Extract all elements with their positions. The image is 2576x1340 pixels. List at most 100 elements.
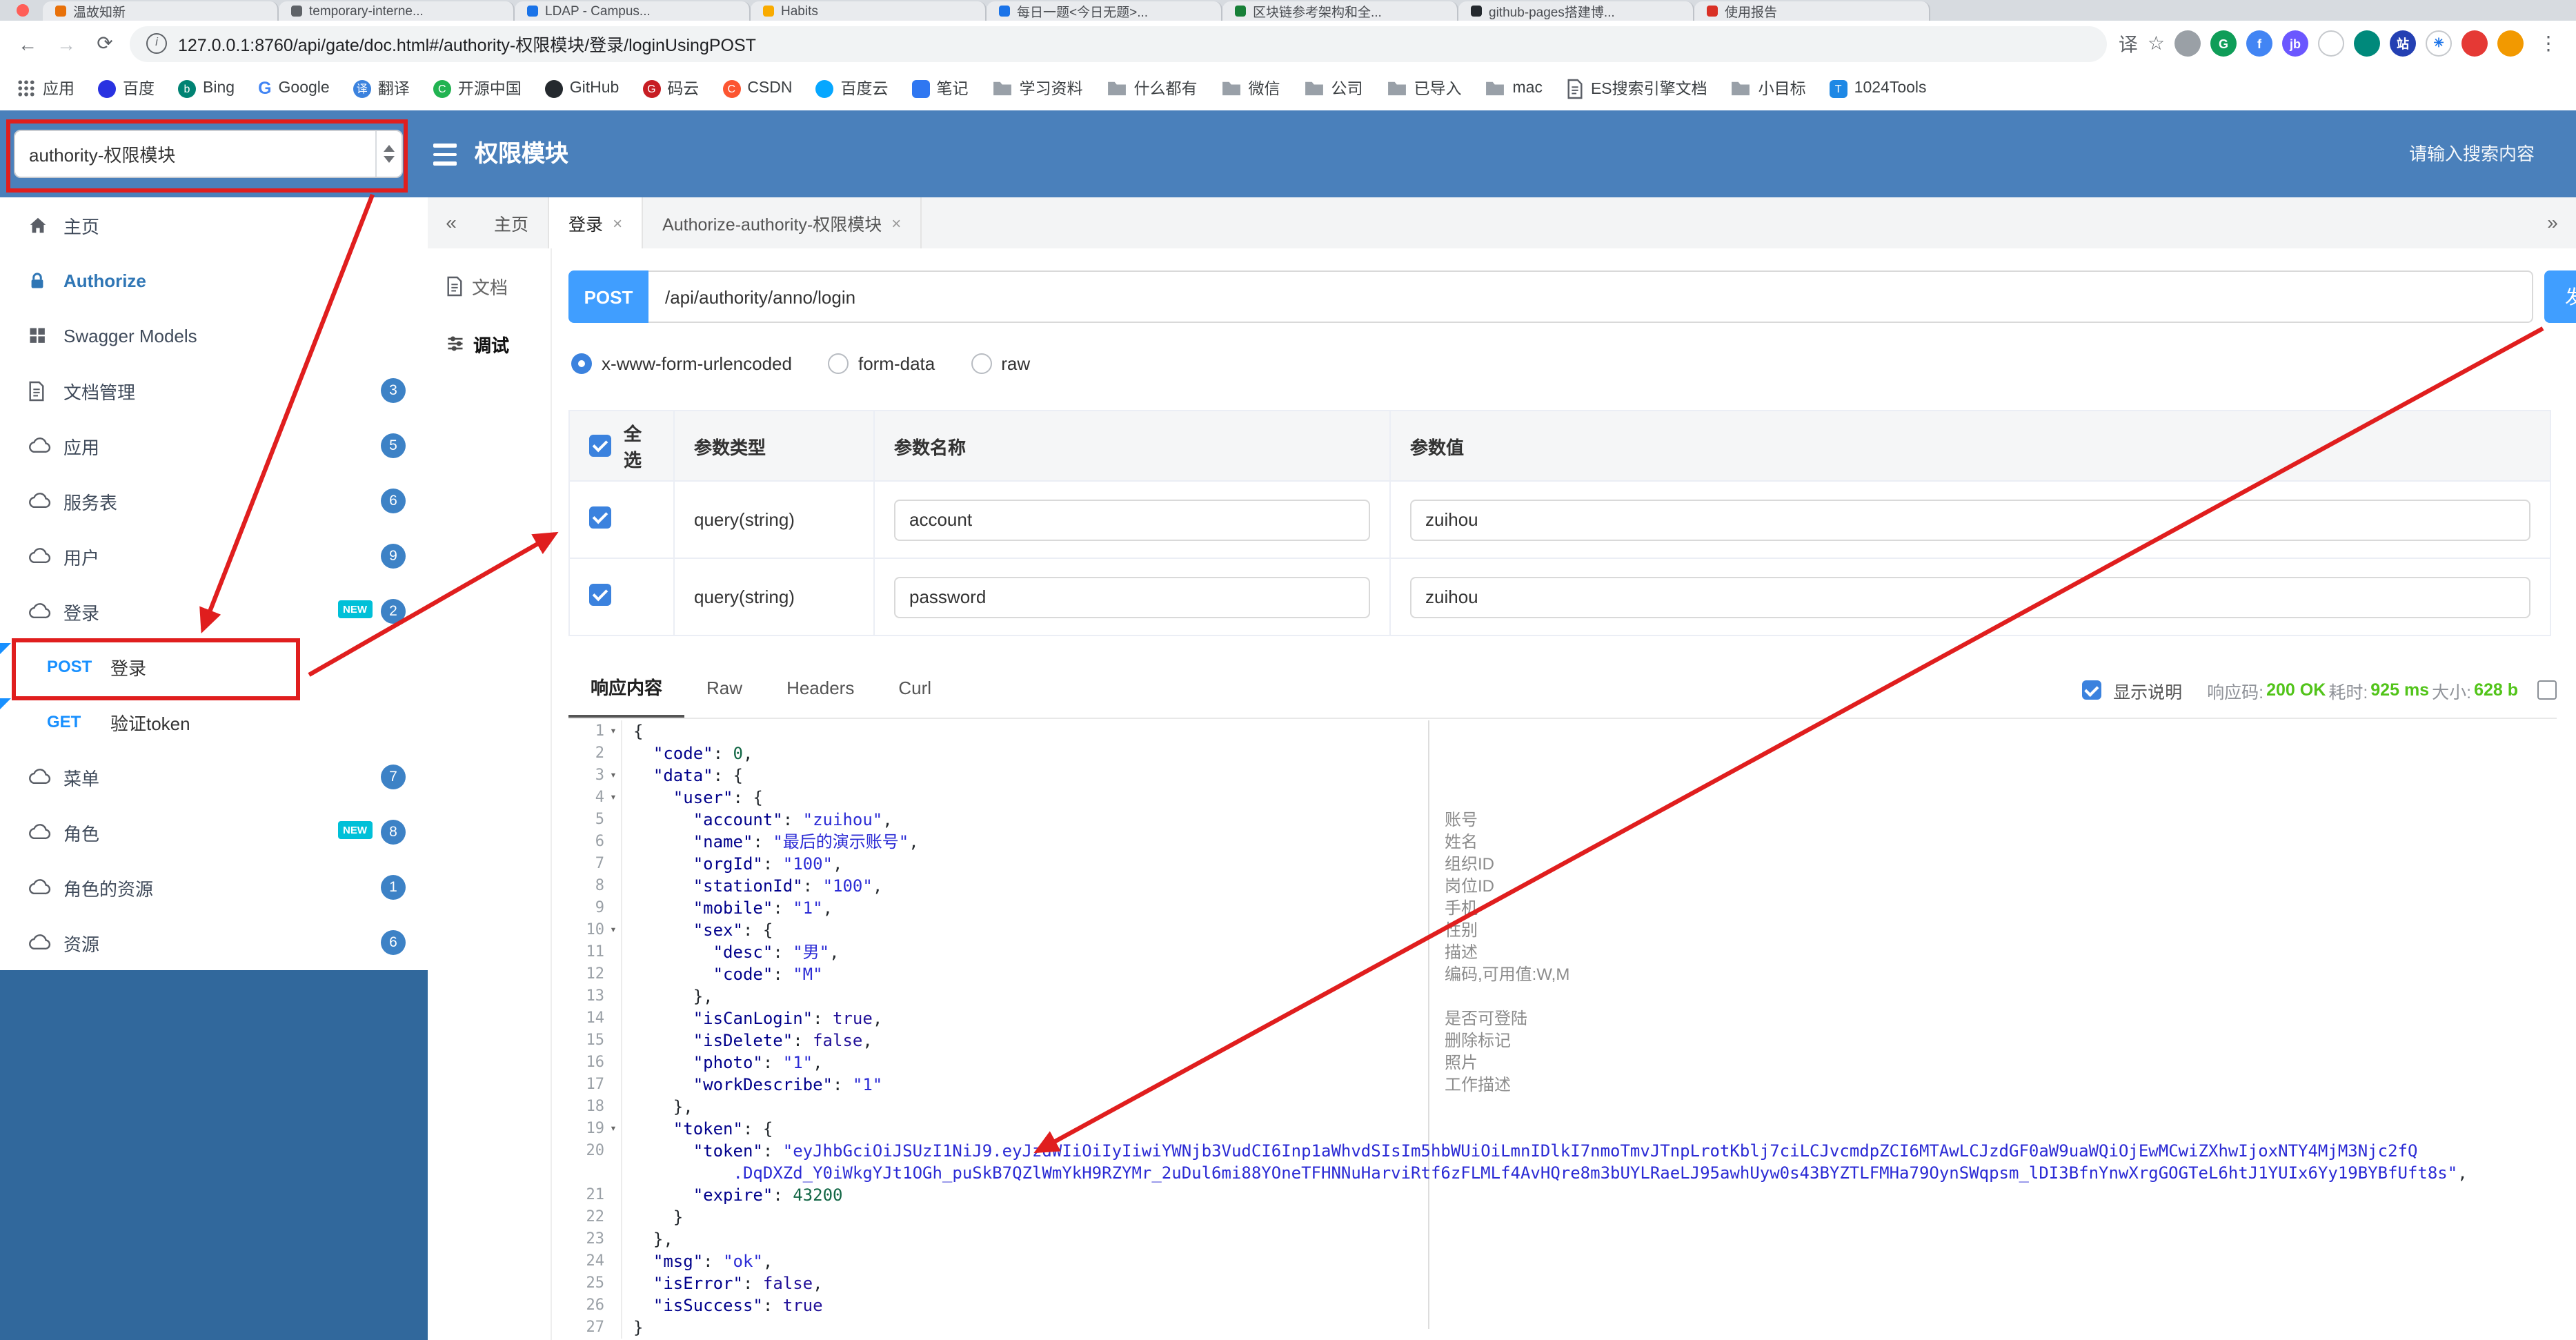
bookmark-item[interactable]: 微信 (1221, 77, 1280, 99)
bookmark-item[interactable]: GitHub (544, 79, 619, 97)
show-desc-checkbox[interactable] (2081, 680, 2101, 700)
fold-icon[interactable]: ▾ (606, 787, 621, 809)
content-tab[interactable]: Authorize-authority-权限模块 × (643, 197, 922, 248)
fullscreen-icon[interactable] (2537, 680, 2557, 700)
sidebar-item-doc-manage[interactable]: 文档管理 3 (0, 363, 428, 418)
bookmark-item[interactable]: C 开源中国 (433, 77, 522, 99)
bookmark-item[interactable]: C CSDN (722, 79, 793, 97)
fold-icon[interactable]: ▾ (606, 765, 621, 787)
sidebar-item-resource[interactable]: 资源 6 (0, 915, 428, 970)
header-search-input[interactable]: 请输入搜索内容 (2409, 110, 2535, 197)
row-checkbox[interactable] (589, 584, 611, 606)
doc-nav-item-文档[interactable]: 文档 (428, 257, 551, 315)
send-button[interactable]: 发 (2544, 270, 2576, 323)
tab-close-icon[interactable]: × (891, 213, 901, 233)
bookmark-item[interactable]: ES搜索引擎文档 (1566, 77, 1707, 99)
sidebar-item-role-resource[interactable]: 角色的资源 1 (0, 860, 428, 915)
content-tab[interactable]: 登录 × (549, 197, 644, 248)
sidebar-item-user[interactable]: 用户 9 (0, 529, 428, 584)
browser-tab[interactable]: 区块链参考架构和全... (1222, 1, 1458, 21)
tab-close-icon[interactable]: × (613, 213, 622, 233)
bookmark-item[interactable]: 已导入 (1387, 77, 1462, 99)
bookmark-item[interactable]: 百度云 (815, 77, 889, 99)
content-type-radio[interactable]: form-data (827, 353, 935, 374)
bookmark-item[interactable]: T 1024Tools (1829, 79, 1927, 97)
response-tab[interactable]: Raw (684, 662, 764, 718)
endpoint-path-input[interactable]: /api/authority/anno/login (648, 270, 2533, 323)
bookmark-item[interactable]: 学习资料 (992, 77, 1083, 99)
bookmark-star-icon[interactable]: ☆ (2148, 32, 2165, 55)
browser-tab[interactable]: 使用报告 (1694, 1, 1930, 21)
browser-tab[interactable]: Habits (751, 1, 987, 21)
menu-toggle-icon[interactable] (433, 144, 457, 165)
param-value-input[interactable]: zuihou (1410, 576, 2530, 618)
response-tab[interactable]: Headers (764, 662, 876, 718)
param-name-input[interactable]: password (894, 576, 1370, 618)
fold-icon[interactable]: ▾ (606, 1118, 621, 1140)
reload-icon[interactable]: ⟳ (91, 32, 119, 55)
bookmark-item[interactable]: 译翻译 (353, 77, 410, 99)
bookmark-item[interactable]: 公司 (1304, 77, 1363, 99)
extension-icon[interactable] (2461, 30, 2488, 57)
field-description: 岗位ID (1445, 876, 1495, 896)
bookmark-item[interactable]: 笔记 (911, 77, 969, 99)
bookmark-item[interactable]: G Google (258, 79, 330, 98)
bookmark-item[interactable]: 应用 (17, 77, 75, 99)
forward-icon[interactable]: → (52, 32, 80, 55)
row-checkbox[interactable] (589, 506, 611, 529)
address-bar[interactable]: i 127.0.0.1:8760/api/gate/doc.html#/auth… (130, 26, 2108, 61)
sidebar-item-role[interactable]: 角色 NEW 8 (0, 805, 428, 860)
field-description: 工作描述 (1445, 1075, 1512, 1094)
extension-icon[interactable]: 站 (2390, 30, 2416, 57)
browser-tab[interactable]: 温故知新 (43, 1, 279, 21)
bookmark-item[interactable]: 小目标 (1731, 77, 1806, 99)
tabs-scroll-left-icon[interactable]: « (428, 197, 475, 248)
fold-icon[interactable]: ▾ (606, 919, 621, 941)
sidebar-item-authorize[interactable]: Authorize (0, 253, 428, 308)
fold-icon[interactable]: ▾ (606, 720, 621, 742)
folder-icon (1304, 80, 1325, 97)
extension-icon[interactable] (2174, 30, 2201, 57)
param-name-input[interactable]: account (894, 499, 1370, 540)
page-info-icon[interactable]: i (146, 33, 167, 54)
select-all-checkbox[interactable] (589, 435, 611, 457)
profile-avatar[interactable] (2497, 30, 2524, 57)
back-icon[interactable]: ← (14, 32, 41, 55)
browser-menu-icon[interactable]: ⋮ (2535, 32, 2562, 55)
gutter: 15 (552, 1029, 622, 1052)
sidebar-item-service[interactable]: 服务表 6 (0, 473, 428, 529)
sidebar-item-post-login[interactable]: POST 登录 (0, 639, 428, 694)
extension-icon[interactable]: G (2210, 30, 2237, 57)
content-type-radio[interactable]: x-www-form-urlencoded (571, 353, 792, 374)
bookmark-item[interactable]: 百度 (98, 77, 155, 99)
doc-nav-item-调试[interactable]: 调试 (428, 315, 551, 373)
content-tab[interactable]: 主页 (475, 197, 550, 248)
extension-icon[interactable] (2318, 30, 2344, 57)
translate-icon[interactable]: 译 (2119, 30, 2138, 57)
extension-icon[interactable]: ✳ (2426, 30, 2452, 57)
extension-icon[interactable]: jb (2282, 30, 2308, 57)
browser-tab[interactable]: 每日一题<今日无题>... (987, 1, 1222, 21)
tabs-scroll-right-icon[interactable]: » (2529, 197, 2576, 248)
window-close-button[interactable] (17, 4, 29, 17)
response-tab[interactable]: Curl (876, 662, 953, 718)
bookmark-item[interactable]: 什么都有 (1107, 77, 1198, 99)
response-tab[interactable]: 响应内容 (568, 662, 685, 718)
sidebar-item-swagger-models[interactable]: Swagger Models (0, 308, 428, 363)
bookmark-item[interactable]: b Bing (178, 79, 235, 97)
browser-tab[interactable]: LDAP - Campus... (515, 1, 751, 21)
content-type-radio[interactable]: raw (971, 353, 1030, 374)
bookmark-item[interactable]: G 码云 (642, 77, 699, 99)
module-select[interactable]: authority-权限模块 (14, 130, 403, 178)
bookmark-item[interactable]: mac (1485, 80, 1543, 97)
shield-extension-icon[interactable] (2354, 30, 2380, 57)
sidebar-item-home[interactable]: 主页 (0, 197, 428, 253)
sidebar-item-menu[interactable]: 菜单 7 (0, 749, 428, 805)
param-value-input[interactable]: zuihou (1410, 499, 2530, 540)
sidebar-item-get-verify-token[interactable]: GET 验证token (0, 694, 428, 749)
sidebar-item-app[interactable]: 应用 5 (0, 418, 428, 473)
sidebar-item-login[interactable]: 登录 NEW 2 (0, 584, 428, 639)
browser-tab[interactable]: github-pages搭建博... (1458, 1, 1694, 21)
extension-icon[interactable]: f (2246, 30, 2272, 57)
browser-tab[interactable]: temporary-interne... (279, 1, 515, 21)
